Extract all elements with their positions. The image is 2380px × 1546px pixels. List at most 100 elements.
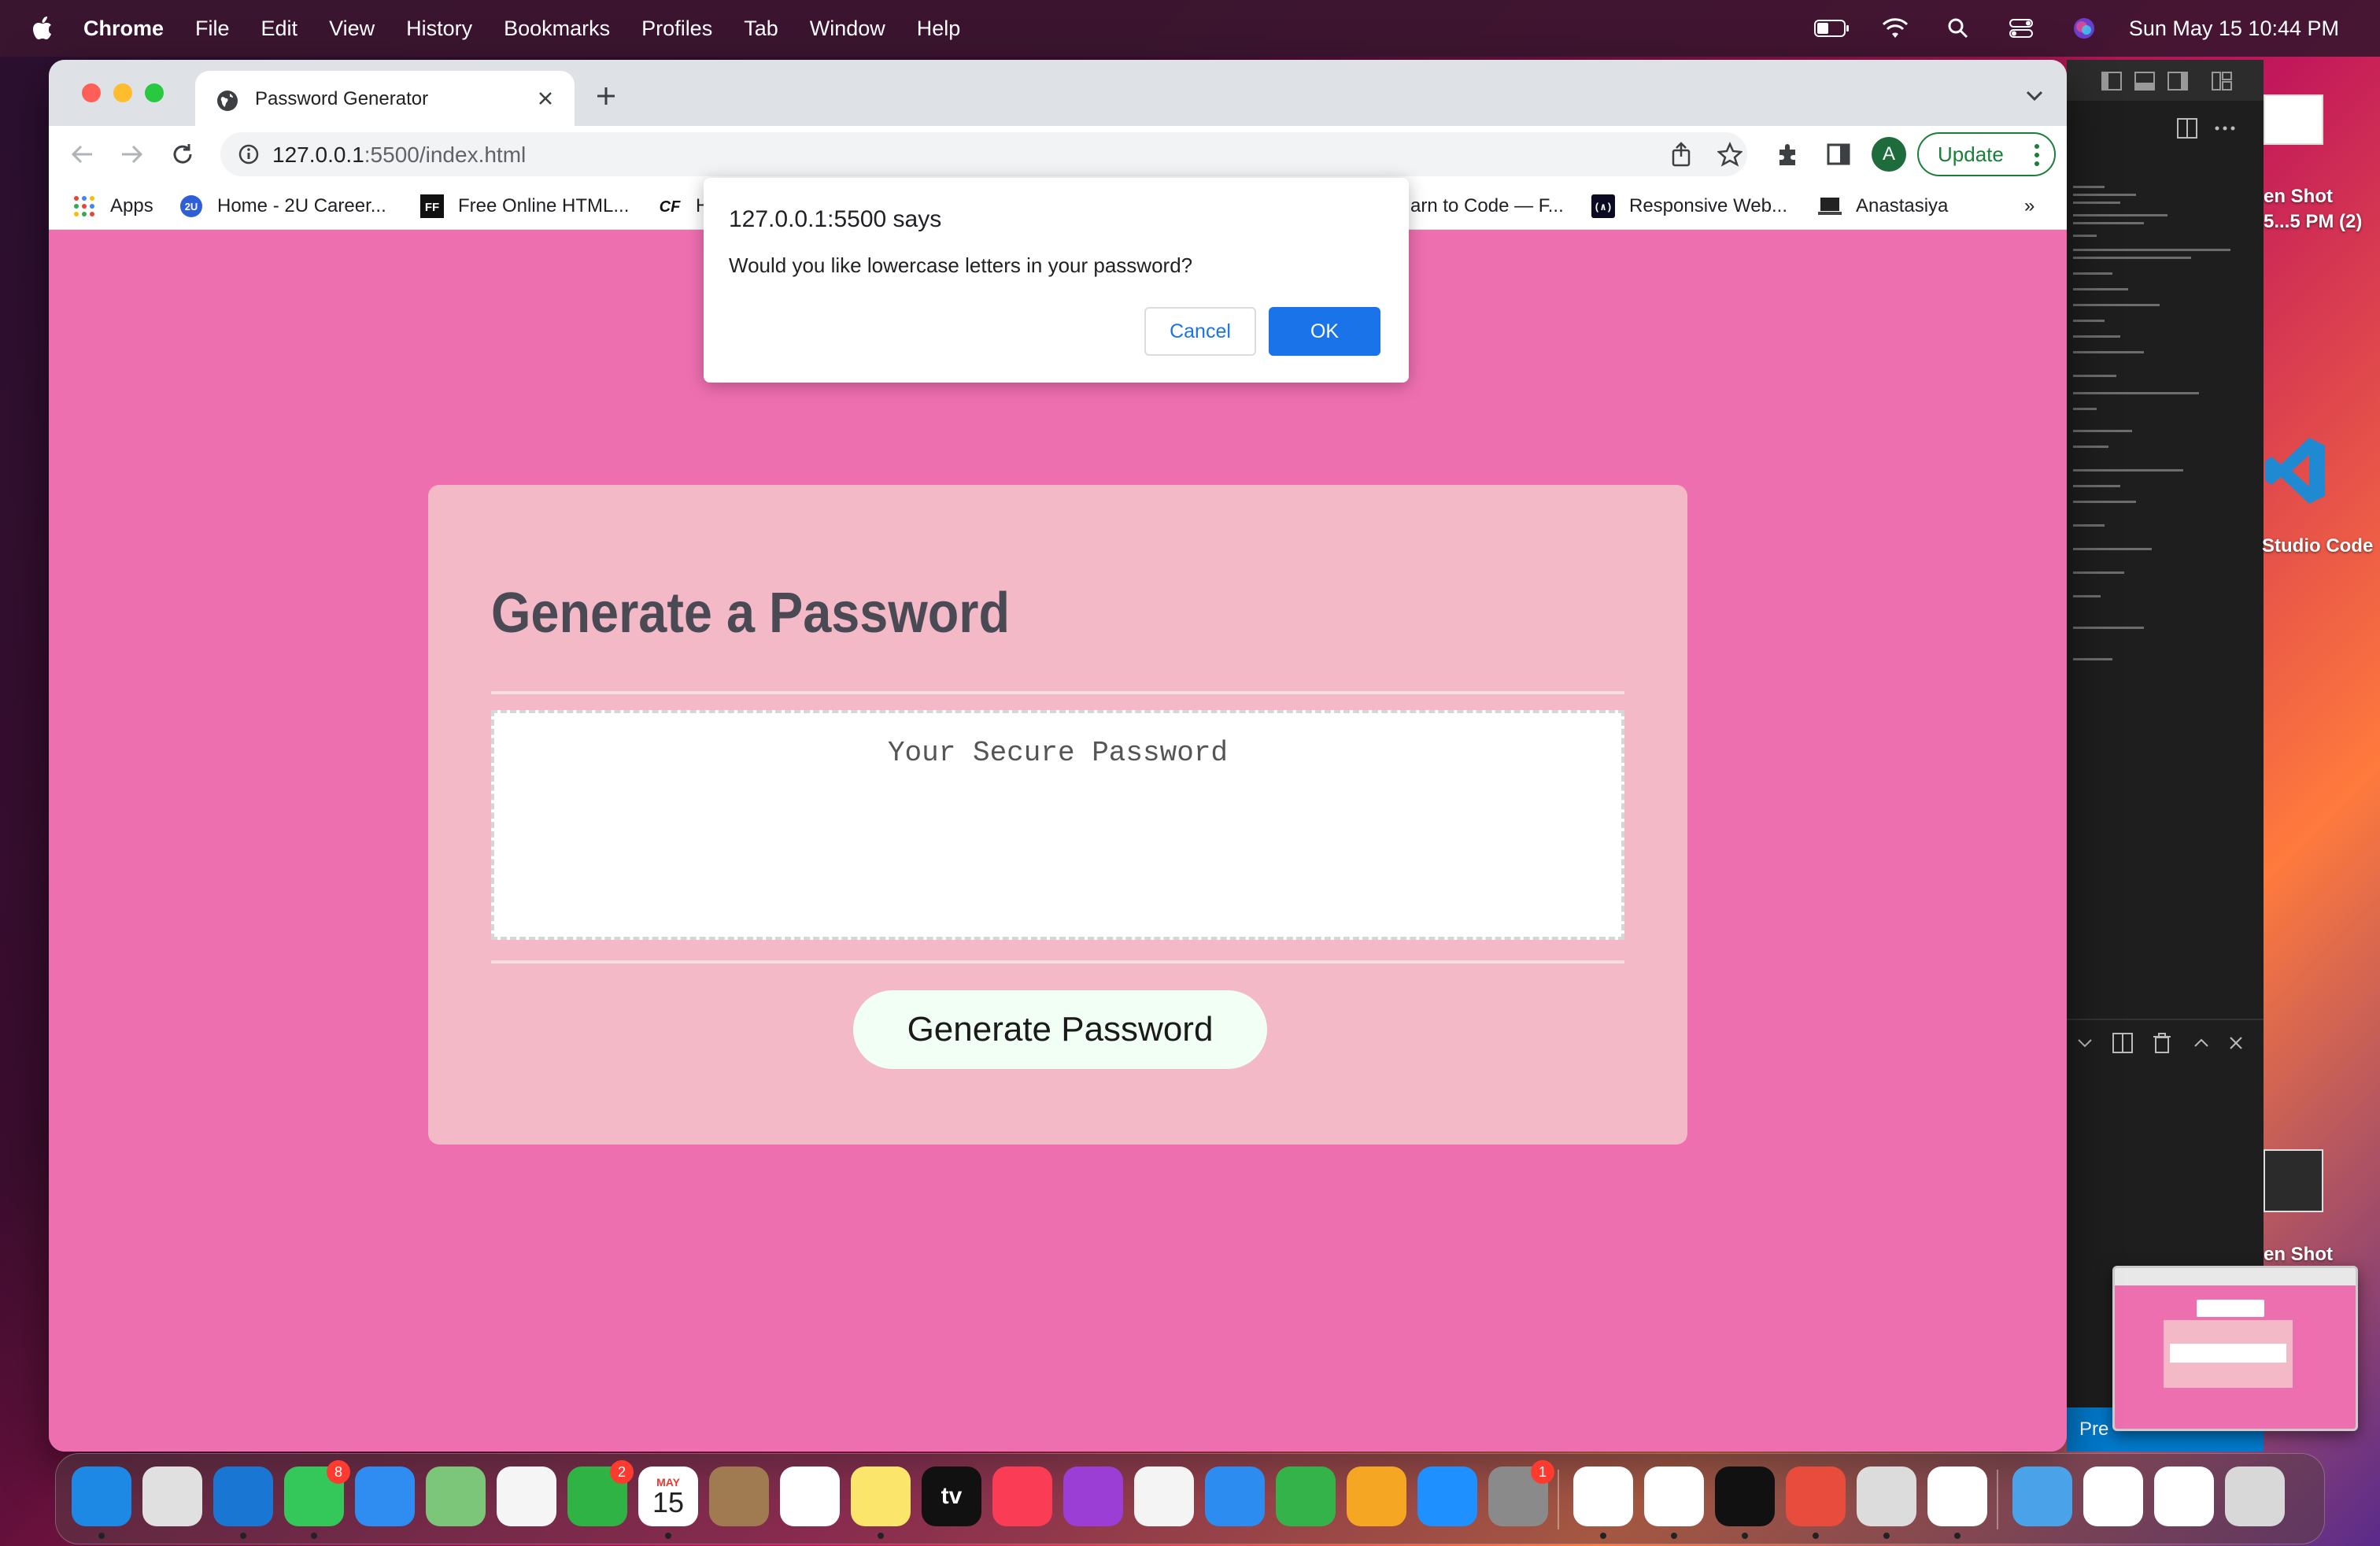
layout-sidebar-icon[interactable] [2100,69,2123,93]
menu-help[interactable]: Help [917,17,961,41]
spotlight-search-icon[interactable] [1940,13,1976,44]
dock-downloads-icon[interactable] [2012,1466,2072,1526]
dock-numbers-icon[interactable] [1276,1466,1336,1526]
desktop-file-label[interactable]: Studio Code [2262,535,2373,557]
menubar-clock[interactable]: Sun May 15 10:44 PM [2129,17,2339,41]
battery-icon[interactable] [1813,13,1850,44]
dock-music-icon[interactable] [992,1466,1052,1526]
dock-photos-icon[interactable] [497,1466,556,1526]
share-icon[interactable] [1667,140,1695,168]
split-editor-icon[interactable] [2175,117,2199,140]
dock-safari-icon[interactable] [213,1466,273,1526]
dock-airmail-icon[interactable] [1786,1466,1846,1526]
status-fragment: Pre [2079,1418,2109,1440]
bookmark-star-icon[interactable] [1716,140,1744,168]
dock-news-icon[interactable] [1134,1466,1194,1526]
menu-profiles[interactable]: Profiles [641,17,712,41]
layout-panel-icon[interactable] [2133,69,2156,93]
dock-pages-icon[interactable] [1347,1466,1406,1526]
dock-calendar-icon[interactable]: MAY 15 [638,1466,698,1526]
dock-trash-icon[interactable] [2225,1466,2285,1526]
cancel-button[interactable]: Cancel [1144,307,1256,356]
layout-secondary-sidebar-icon[interactable] [2166,69,2190,93]
wifi-icon[interactable] [1877,13,1913,44]
desktop-screenshot-thumbnail[interactable] [2264,1149,2323,1212]
reload-icon[interactable] [167,139,198,170]
forward-arrow-icon[interactable] [116,139,148,170]
bookmark-learn-to-code[interactable]: arn to Code — F... [1410,194,1564,219]
dock-app-store-icon[interactable] [1417,1466,1477,1526]
dock-reminders-icon[interactable] [780,1466,840,1526]
extensions-puzzle-icon[interactable] [1772,139,1804,170]
menu-window[interactable]: Window [810,17,885,41]
trash-icon[interactable] [2150,1031,2174,1055]
dock-podcasts-icon[interactable] [1063,1466,1123,1526]
dock-terminal-icon[interactable] [1715,1466,1775,1526]
bookmark-free-online-html[interactable]: FF Free Online HTML... [420,194,629,219]
bookmark-cf[interactable]: CF H [658,194,710,219]
running-indicator [1671,1533,1677,1539]
vscode-desktop-icon[interactable] [2264,431,2326,510]
bookmark-anastasiya[interactable]: Anastasiya [1818,194,1948,219]
new-tab-plus-icon[interactable] [592,82,620,110]
desktop-file-label[interactable]: en Shot [2264,186,2333,208]
site-info-icon[interactable] [238,143,260,165]
apple-menu-icon[interactable] [31,16,54,41]
dock-maps-icon[interactable] [426,1466,486,1526]
address-bar[interactable]: 127.0.0.1:5500/index.html [220,132,1747,176]
generate-password-button[interactable]: Generate Password [853,990,1267,1069]
kebab-menu-icon[interactable] [2034,143,2040,167]
side-panel-icon[interactable] [1823,139,1854,170]
password-textarea[interactable] [494,713,1621,937]
dock-tv-icon[interactable]: tv [922,1466,981,1526]
menu-bookmarks[interactable]: Bookmarks [504,17,610,41]
dock-google-chrome-icon[interactable] [1927,1466,1987,1526]
dock-recent-screenshot-2-icon[interactable] [2154,1466,2214,1526]
bookmark-2u-career[interactable]: 2U Home - 2U Career... [179,194,386,219]
bookmark-responsive-web[interactable]: (∧) Responsive Web... [1591,194,1787,219]
bookmark-apps[interactable]: Apps [72,194,153,219]
profile-avatar[interactable]: A [1872,137,1906,172]
more-actions-icon[interactable] [2213,117,2237,140]
back-arrow-icon[interactable] [66,139,98,170]
siri-icon[interactable] [2066,13,2102,44]
dock-launchpad-icon[interactable] [142,1466,202,1526]
minimize-window-button[interactable] [113,83,132,102]
close-tab-icon[interactable] [534,87,557,110]
chevron-up-icon[interactable] [2190,1031,2213,1055]
menu-app-name[interactable]: Chrome [83,17,164,41]
menu-view[interactable]: View [329,17,375,41]
bookmarks-overflow-chevron-icon[interactable]: » [2024,194,2034,219]
customize-layout-icon[interactable] [2210,69,2234,93]
dock-notes-icon[interactable] [851,1466,911,1526]
menu-tab[interactable]: Tab [744,17,778,41]
update-chrome-button[interactable]: Update [1917,132,2056,176]
dock-recent-screenshot-1-icon[interactable] [2083,1466,2143,1526]
dock-messages-icon[interactable]: 8 [284,1460,350,1526]
menu-history[interactable]: History [406,17,472,41]
dock-facetime-icon[interactable]: 2 [567,1460,634,1526]
dock-visual-studio-code-icon[interactable] [1644,1466,1704,1526]
chevron-down-icon[interactable] [2073,1031,2097,1055]
dock-contacts-icon[interactable] [709,1466,769,1526]
tab-password-generator[interactable]: Password Generator [195,71,575,126]
close-window-button[interactable] [82,83,101,102]
dock-slack-icon[interactable] [1573,1466,1633,1526]
dock-mail-icon[interactable] [355,1466,415,1526]
dock-finder-icon[interactable] [72,1466,131,1526]
zoom-window-button[interactable] [145,83,164,102]
control-center-icon[interactable] [2003,13,2039,44]
menu-file[interactable]: File [195,17,230,41]
split-terminal-icon[interactable] [2111,1031,2134,1055]
desktop-file-label[interactable]: 5...5 PM (2) [2264,211,2362,233]
ok-button[interactable]: OK [1269,307,1380,356]
dock-preview-icon[interactable] [1857,1466,1916,1526]
menu-edit[interactable]: Edit [261,17,298,41]
desktop-screenshot-thumbnail[interactable] [2264,94,2323,145]
tab-search-chevron-down-icon[interactable] [2023,83,2046,107]
dock-system-preferences-icon[interactable]: 1 [1488,1460,1554,1526]
desktop-file-label[interactable]: en Shot [2264,1244,2333,1266]
screenshot-preview-thumbnail[interactable] [2112,1266,2358,1431]
dock-keynote-icon[interactable] [1205,1466,1265,1526]
close-icon[interactable] [2224,1031,2248,1055]
